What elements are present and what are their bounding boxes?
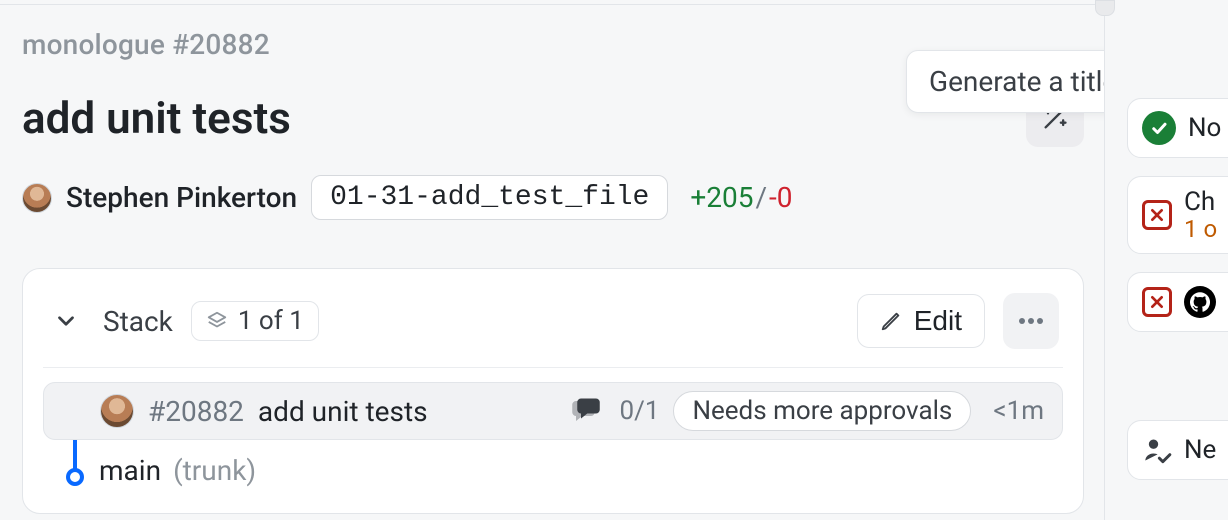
chevron-down-icon [53,308,79,334]
stack-node-base [66,468,84,486]
pr-number: #20882 [172,28,270,61]
additions: +205 [690,181,753,214]
stack-pr-number: #20882 [148,395,244,428]
collapse-stack-button[interactable] [47,302,85,340]
person-check-icon [1142,436,1172,464]
stack-pr-title: add unit tests [258,395,428,428]
stack-row-current[interactable]: #20882 add unit tests 0/1 Needs more app… [43,382,1063,440]
x-box-icon [1142,287,1172,317]
stack-more-button[interactable] [1003,293,1059,349]
sidebar-item-changes[interactable]: Ch 1 o [1127,176,1228,254]
branch-chip[interactable]: 01-31-add_test_file [311,175,668,220]
ellipsis-icon [1018,317,1044,325]
check-circle-icon [1142,111,1176,145]
sidebar: No Ch 1 o Ne [1104,0,1228,520]
pencil-icon [880,310,902,332]
sidebar-item-pass[interactable]: No [1127,98,1228,158]
stack-row-base[interactable]: main (trunk) [43,440,1063,493]
sidebar-item-reviewer[interactable]: Ne [1127,420,1228,480]
scroll-indicator [1095,0,1115,16]
review-count: 0/1 [619,396,659,426]
deletions: -0 [769,181,792,214]
approval-status-chip: Needs more approvals [673,391,971,431]
author-avatar[interactable] [22,183,52,213]
page-title: add unit tests [22,92,1026,144]
repo-name: monologue [22,28,165,61]
x-box-icon [1142,200,1172,230]
stack-count-chip: 1 of 1 [191,301,319,341]
author-name[interactable]: Stephen Pinkerton [66,181,297,214]
layers-icon [206,310,228,332]
stack-label: Stack [103,305,173,338]
base-branch: main [99,454,161,487]
sidebar-item-github[interactable] [1127,272,1228,332]
stack-card: Stack 1 of 1 Edit #20882 add unit tests [22,268,1084,514]
comments-icon [571,398,601,424]
base-branch-suffix: (trunk) [173,454,256,487]
edit-stack-button[interactable]: Edit [857,294,985,348]
diff-stat: +205/-0 [690,181,792,214]
pr-age: <1m [993,396,1044,426]
author-avatar-small [100,394,134,428]
github-icon [1184,286,1216,318]
